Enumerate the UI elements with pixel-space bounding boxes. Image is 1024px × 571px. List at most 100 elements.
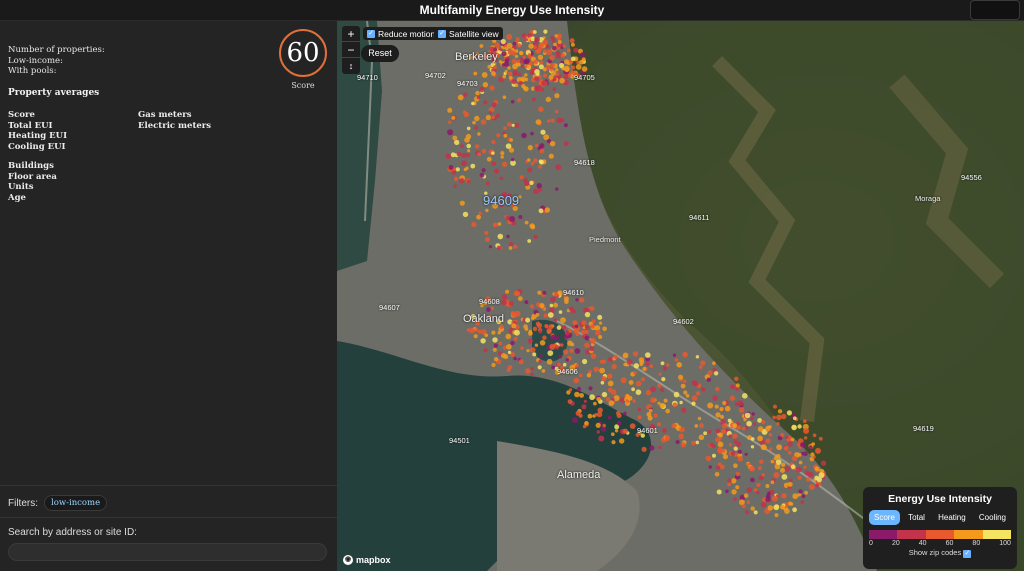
property-dot	[608, 400, 615, 406]
property-dot	[557, 39, 562, 45]
property-dot	[514, 83, 519, 88]
corner-button[interactable]	[970, 0, 1020, 20]
property-dot	[548, 324, 554, 330]
property-dot	[695, 355, 700, 359]
zip-label: 94610	[563, 288, 584, 297]
zoom-in-button[interactable]: +	[342, 26, 360, 42]
property-dot	[479, 86, 485, 93]
property-dot	[584, 325, 590, 330]
property-dot	[562, 44, 566, 48]
property-dot	[712, 361, 716, 366]
property-dot	[736, 441, 742, 447]
property-dot	[727, 418, 732, 423]
property-dot	[695, 440, 700, 445]
property-dot	[532, 326, 538, 332]
tab-score[interactable]: Score	[869, 510, 900, 525]
property-dot	[671, 423, 677, 429]
property-dot	[501, 299, 507, 306]
property-dot	[768, 432, 773, 437]
filter-chip-low-income[interactable]: low-income	[44, 495, 108, 511]
property-dot	[660, 388, 665, 393]
zip-label-current: 94609	[483, 193, 520, 208]
property-dot	[650, 397, 656, 403]
property-dot	[519, 175, 524, 180]
avg-electric-meters: Electric meters	[138, 120, 212, 131]
property-dot	[783, 445, 789, 451]
property-dot	[733, 463, 738, 469]
legend-tabs: Score Total Heating Cooling	[869, 510, 1011, 525]
property-dot	[682, 351, 688, 358]
property-dot	[767, 505, 774, 511]
property-dot	[786, 410, 792, 416]
show-zip-codes-toggle[interactable]: Show zip codes ✓	[869, 548, 1011, 558]
property-dot	[812, 433, 817, 438]
property-dot	[752, 422, 757, 426]
compass-button[interactable]: ↕	[342, 58, 360, 74]
property-dot	[685, 394, 690, 398]
property-dot	[521, 132, 527, 139]
property-dot	[721, 429, 726, 434]
property-dot	[797, 424, 802, 429]
zoom-out-button[interactable]: −	[342, 42, 360, 58]
property-dot	[673, 391, 680, 398]
property-dot	[582, 358, 588, 365]
search-input[interactable]	[8, 543, 327, 561]
search-label: Search by address or site ID:	[8, 527, 137, 538]
property-dot	[538, 64, 544, 70]
property-dot	[500, 151, 505, 156]
property-dot	[714, 404, 719, 409]
property-dot	[492, 222, 498, 228]
property-dot	[497, 222, 502, 226]
property-dot	[680, 442, 686, 448]
property-dot	[645, 390, 651, 396]
property-dot	[619, 438, 625, 444]
property-dot	[473, 334, 478, 339]
property-dot	[456, 151, 462, 157]
property-dot	[720, 414, 724, 419]
property-dot	[743, 417, 747, 422]
property-dot	[529, 304, 535, 309]
reset-button[interactable]: Reset	[361, 45, 399, 62]
tab-heating[interactable]: Heating	[933, 510, 971, 525]
property-dot	[623, 362, 627, 367]
property-dot	[566, 48, 571, 53]
property-dot	[791, 424, 797, 431]
property-dot	[553, 42, 557, 47]
satellite-view-toggle[interactable]: ✓ Satellite view	[434, 27, 503, 40]
tab-cooling[interactable]: Cooling	[974, 510, 1011, 525]
tab-total[interactable]: Total	[903, 510, 930, 525]
property-dot	[611, 432, 615, 437]
property-dot	[534, 36, 540, 43]
property-dot	[571, 65, 576, 70]
checkbox-icon[interactable]: ✓	[438, 29, 446, 38]
property-dot	[499, 176, 504, 181]
checkbox-icon[interactable]: ✓	[367, 29, 375, 38]
property-dot	[457, 94, 464, 101]
property-dot	[511, 79, 517, 85]
property-dot	[718, 432, 723, 438]
property-dot	[534, 143, 539, 148]
property-dot	[511, 323, 517, 329]
satellite-view-label: Satellite view	[449, 28, 499, 39]
reduce-motion-toggle[interactable]: ✓ Reduce motion	[363, 27, 440, 40]
zip-label: 94501	[449, 436, 470, 445]
property-dot	[650, 386, 656, 393]
property-dot	[507, 122, 512, 127]
property-dot	[554, 93, 560, 99]
property-dot	[459, 200, 465, 206]
property-dot	[501, 353, 507, 359]
property-dot	[556, 36, 561, 41]
property-stats: Number of properties: Low-income: With p…	[8, 45, 105, 77]
property-dot	[459, 178, 465, 184]
property-dot	[622, 428, 628, 434]
checkbox-icon[interactable]: ✓	[963, 550, 972, 558]
property-dot	[664, 435, 671, 441]
property-dot	[550, 118, 555, 123]
mapbox-attribution[interactable]: ◉ mapbox	[343, 555, 391, 565]
property-dot	[724, 405, 731, 412]
property-dot	[451, 170, 457, 175]
map[interactable]: 94710 94702 94703 94705 94618 94609 9461…	[337, 21, 1024, 571]
property-dot	[474, 144, 480, 149]
zip-label: 94611	[689, 213, 710, 222]
property-dot	[527, 53, 532, 58]
